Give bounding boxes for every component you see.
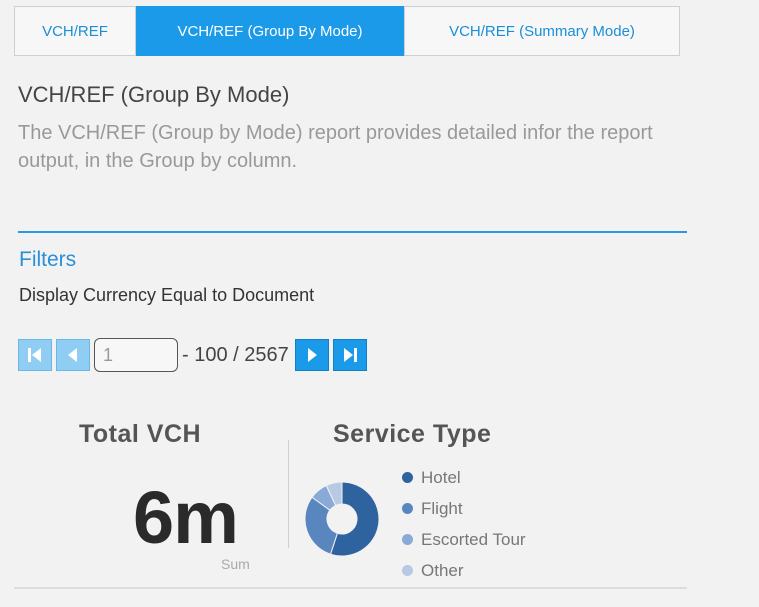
bottom-divider (14, 587, 687, 589)
legend-dot-hotel (402, 472, 413, 483)
section-divider (18, 231, 687, 233)
legend-dot-flight (402, 503, 413, 514)
legend-item-flight[interactable]: Flight (402, 493, 526, 524)
report-tabs: VCH/REF VCH/REF (Group By Mode) VCH/REF … (14, 6, 680, 56)
first-page-icon (28, 348, 41, 362)
last-page-icon (343, 348, 357, 362)
legend-label-hotel: Hotel (421, 467, 461, 487)
report-description: The VCH/REF (Group by Mode) report provi… (18, 122, 653, 172)
legend-label-flight: Flight (421, 498, 463, 518)
legend-label-escorted-tour: Escorted Tour (421, 529, 526, 549)
legend-dot-other (402, 565, 413, 576)
pagination: - 100 / 2567 (18, 338, 371, 372)
tab-vch-ref[interactable]: VCH/REF (14, 6, 136, 56)
filter-display-currency: Display Currency Equal to Document (19, 285, 315, 305)
filters-heading[interactable]: Filters (19, 248, 76, 272)
next-page-button[interactable] (294, 339, 329, 371)
legend-label-other: Other (421, 560, 464, 580)
kpi-aggregation-label: Sum (221, 556, 250, 572)
chevron-left-icon (68, 348, 77, 362)
legend-item-hotel[interactable]: Hotel (402, 462, 526, 493)
kpi-title: Total VCH (79, 420, 202, 448)
page-number-input[interactable] (94, 338, 178, 372)
chevron-right-icon (307, 348, 317, 362)
legend-dot-escorted-tour (402, 534, 413, 545)
legend-item-other[interactable]: Other (402, 555, 526, 586)
service-type-legend: Hotel Flight Escorted Tour Other (402, 462, 526, 586)
report-title: VCH/REF (Group By Mode) (18, 82, 290, 107)
service-type-donut-chart[interactable] (303, 480, 381, 558)
tab-vch-ref-group-by-mode[interactable]: VCH/REF (Group By Mode) (136, 6, 404, 56)
last-page-button[interactable] (332, 339, 367, 371)
legend-item-escorted-tour[interactable]: Escorted Tour (402, 524, 526, 555)
tab-vch-ref-summary-mode[interactable]: VCH/REF (Summary Mode) (404, 6, 680, 56)
prev-page-button[interactable] (56, 339, 90, 371)
page-range-text: - 100 / 2567 (182, 343, 289, 366)
first-page-button[interactable] (18, 339, 52, 371)
widget-separator (288, 440, 289, 548)
service-type-title: Service Type (333, 420, 492, 448)
kpi-value: 6m (133, 476, 239, 559)
